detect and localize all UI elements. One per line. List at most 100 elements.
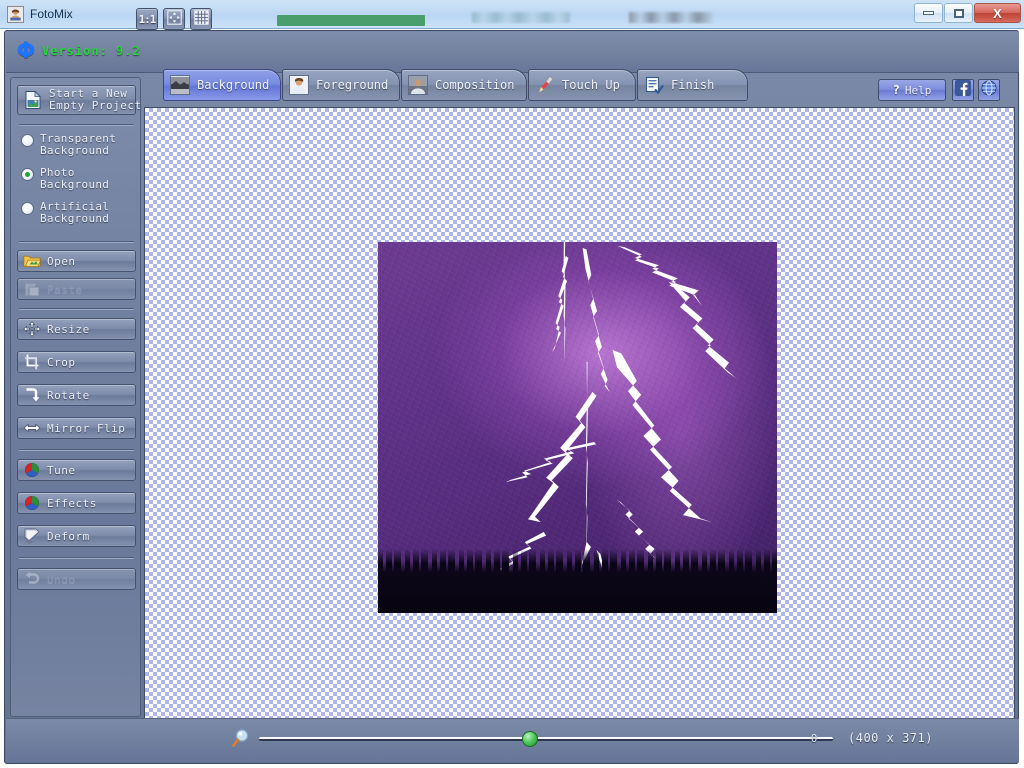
left-sidebar: Start a New Empty Project Transparent Back… [10, 77, 141, 717]
maximize-button[interactable] [944, 3, 973, 23]
radio-photo-background[interactable]: Photo Background [21, 167, 109, 191]
sidebar-divider-3 [19, 308, 134, 310]
window-title: FotoMix [30, 7, 73, 21]
mirror-flip-button[interactable]: Mirror Flip [17, 417, 136, 439]
color-wheel-icon [23, 462, 41, 478]
grid-icon [193, 9, 209, 29]
start-new-empty-project-button[interactable]: Start a New Empty Project [17, 85, 141, 115]
crop-icon [23, 354, 41, 370]
window-controls: X [913, 3, 1021, 23]
radio-icon[interactable] [21, 168, 34, 181]
undo-label: Undo [47, 572, 76, 586]
tab-label: Foreground [316, 78, 389, 92]
sidebar-divider-1 [19, 124, 134, 126]
tab-label: Touch Up [562, 78, 620, 92]
zoom-slider-track[interactable] [259, 737, 833, 741]
paste-button[interactable]: Paste [17, 278, 136, 300]
fit-to-window-icon [166, 9, 182, 29]
app-header: Φ Version: 9.2 [6, 32, 1019, 73]
tab-finish[interactable]: Finish [637, 69, 748, 101]
composition-thumb-icon [408, 75, 428, 95]
tab-foreground[interactable]: Foreground [282, 69, 400, 101]
open-folder-icon [23, 253, 42, 269]
zoom-slider-handle[interactable] [522, 731, 538, 747]
help-button[interactable]: ? Help [878, 79, 946, 101]
fotomix-logo-icon: Φ [16, 39, 36, 64]
effects-button[interactable]: Effects [17, 492, 136, 514]
magnifier-icon[interactable] [230, 727, 252, 749]
radio-label: Artificial Background [40, 200, 110, 225]
radio-selected-dot [25, 172, 30, 177]
mirror-flip-icon [23, 420, 41, 436]
background-thumb-icon [170, 75, 190, 95]
tab-background[interactable]: Background [163, 69, 281, 101]
radio-label: Photo Background [40, 166, 110, 191]
background-photo[interactable] [378, 242, 777, 613]
maximize-icon [953, 8, 964, 18]
undo-button[interactable]: Undo [17, 568, 136, 590]
titlebar-blurred-text-1 [472, 12, 570, 23]
help-label: Help [904, 83, 932, 97]
facebook-icon [955, 80, 971, 100]
tab-label: Finish [671, 78, 715, 92]
titlebar-progress-overlay [277, 15, 425, 26]
color-wheel-icon [23, 495, 41, 511]
zoom-1-1-label: 1:1 [138, 12, 157, 26]
image-dimensions-label: (400 x 371) [848, 731, 933, 745]
app-icon [7, 6, 24, 23]
zoom-value-label: 0 [810, 732, 818, 745]
resize-button[interactable]: Resize [17, 318, 136, 340]
new-image-icon [23, 90, 43, 110]
radio-icon[interactable] [21, 202, 34, 215]
globe-icon [981, 80, 997, 100]
deform-icon [23, 528, 41, 544]
minimize-button[interactable] [914, 3, 943, 23]
brush-icon [535, 75, 555, 95]
app-frame: Φ Version: 9.2 Background Foreground Com… [4, 30, 1019, 764]
paste-label: Paste [47, 282, 83, 296]
effects-label: Effects [47, 496, 97, 510]
radio-label: Transparent Background [40, 132, 117, 157]
zoom-1-1-button[interactable]: 1:1 [136, 8, 158, 30]
close-icon: X [993, 5, 1002, 21]
tune-button[interactable]: Tune [17, 459, 136, 481]
sidebar-divider-5 [19, 557, 134, 559]
mirror-flip-label: Mirror Flip [47, 421, 126, 435]
open-label: Open [47, 254, 76, 268]
radio-transparent-background[interactable]: Transparent Background [21, 133, 116, 157]
question-mark-icon: ? [892, 83, 900, 97]
titlebar-blurred-text-2 [629, 12, 713, 23]
tab-touch-up[interactable]: Touch Up [528, 69, 636, 101]
document-check-icon [644, 75, 664, 95]
tab-label: Composition [435, 78, 515, 92]
rotate-button[interactable]: Rotate [17, 384, 136, 406]
crop-button[interactable]: Crop [17, 351, 136, 373]
sidebar-divider-2 [19, 241, 134, 243]
tab-composition[interactable]: Composition [401, 69, 527, 101]
open-button[interactable]: Open [17, 250, 136, 272]
tune-label: Tune [47, 463, 76, 477]
close-button[interactable]: X [974, 3, 1021, 23]
version-label: Version: 9.2 [42, 44, 141, 58]
website-button[interactable] [978, 79, 1000, 101]
crop-label: Crop [47, 355, 76, 369]
image-canvas[interactable] [144, 107, 1015, 748]
resize-arrows-icon [23, 321, 41, 337]
deform-button[interactable]: Deform [17, 525, 136, 547]
paste-icon [23, 281, 41, 297]
undo-arrow-icon [23, 571, 41, 587]
radio-artificial-background[interactable]: Artificial Background [21, 201, 109, 225]
resize-label: Resize [47, 322, 90, 336]
radio-icon[interactable] [21, 134, 34, 147]
fit-to-window-button[interactable] [163, 8, 185, 30]
grid-button[interactable] [190, 8, 212, 30]
deform-label: Deform [47, 529, 90, 543]
rotate-arrow-icon [23, 387, 41, 403]
facebook-button[interactable] [952, 79, 974, 101]
sidebar-divider-4 [19, 449, 134, 451]
minimize-icon [923, 11, 934, 15]
tab-label: Background [197, 78, 270, 92]
foreground-person-icon [289, 75, 309, 95]
photo-ground [378, 561, 777, 613]
rotate-label: Rotate [47, 388, 90, 402]
